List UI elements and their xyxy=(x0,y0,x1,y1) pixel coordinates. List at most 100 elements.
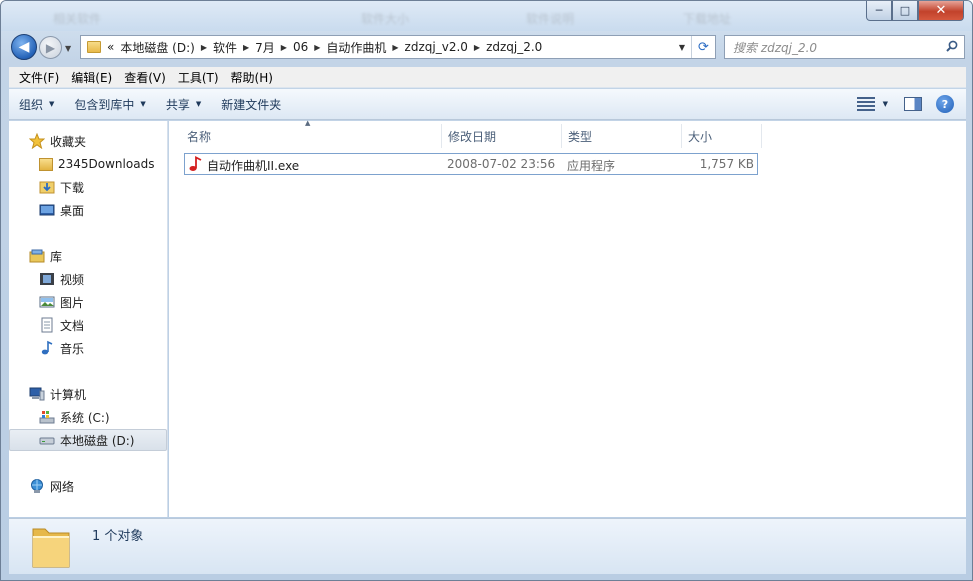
share-button[interactable]: 共享 ▼ xyxy=(166,96,201,113)
menu-edit[interactable]: 编辑(E) xyxy=(65,69,118,86)
menu-file[interactable]: 文件(F) xyxy=(13,69,65,86)
maximize-button[interactable]: □ xyxy=(892,1,918,21)
preview-pane-icon[interactable] xyxy=(904,97,922,111)
chevron-right-icon[interactable]: ▶ xyxy=(314,43,320,52)
drive-icon xyxy=(39,437,55,445)
breadcrumb-zdzqj-v2[interactable]: zdzqj_v2.0 xyxy=(405,40,468,54)
sidebar-item-pictures[interactable]: 图片 xyxy=(9,291,167,313)
music-icon xyxy=(41,340,53,355)
chevron-right-icon[interactable]: ▶ xyxy=(243,43,249,52)
background-text: 下载地址 xyxy=(683,12,732,26)
table-row[interactable]: 自动作曲机II.exe 2008-07-02 23:56 应用程序 1,757 … xyxy=(184,153,758,175)
sidebar-item-label: 下载 xyxy=(60,180,85,195)
file-size: 1,757 KB xyxy=(699,157,754,171)
include-in-library-label: 包含到库中 xyxy=(74,97,135,112)
menu-help[interactable]: 帮助(H) xyxy=(225,69,279,86)
search-icon[interactable] xyxy=(946,40,958,52)
menu-bar: 文件(F) 编辑(E) 查看(V) 工具(T) 帮助(H) xyxy=(9,67,966,88)
sidebar-item-favorites[interactable]: 收藏夹 xyxy=(9,130,167,152)
sidebar-item-label: 图片 xyxy=(60,295,85,310)
column-header-type[interactable]: 类型 xyxy=(562,124,682,148)
change-view-icon[interactable] xyxy=(856,97,875,111)
file-name: 自动作曲机II.exe xyxy=(207,159,300,173)
library-icon xyxy=(29,249,45,263)
title-bar: 相关软件 软件大小 软件说明 下载地址 ─ □ ✕ xyxy=(1,1,972,31)
item-count: 1 个对象 xyxy=(92,529,144,544)
details-pane: 1 个对象 xyxy=(9,518,966,574)
sidebar-item-desktop[interactable]: 桌面 xyxy=(9,199,167,221)
chevron-down-icon: ▼ xyxy=(49,100,55,108)
include-in-library-button[interactable]: 包含到库中 ▼ xyxy=(74,96,145,113)
sidebar-item-computer[interactable]: 计算机 xyxy=(9,383,167,405)
breadcrumb-drive-d[interactable]: 本地磁盘 (D:) xyxy=(120,39,194,56)
sidebar-item-drive-c[interactable]: 系统 (C:) xyxy=(9,406,167,428)
search-input[interactable]: 搜索 zdzqj_2.0 xyxy=(724,35,965,59)
chevron-right-icon[interactable]: ▶ xyxy=(392,43,398,52)
column-header-size[interactable]: 大小 xyxy=(682,124,762,148)
address-history-dropdown-icon[interactable]: ▼ xyxy=(679,43,685,52)
address-bar[interactable]: « 本地磁盘 (D:) ▶ 软件 ▶ 7月 ▶ 06 ▶ 自动作曲机 ▶ zdz… xyxy=(80,35,716,59)
sidebar-item-documents[interactable]: 文档 xyxy=(9,314,167,336)
help-icon[interactable]: ? xyxy=(936,95,954,113)
view-controls: ▼ ? xyxy=(856,95,954,113)
folder-icon xyxy=(32,528,70,568)
new-folder-button[interactable]: 新建文件夹 xyxy=(221,96,281,113)
navigation-pane: 收藏夹 2345Downloads 下载 桌面 库 视频 图片 文档 音乐 计算… xyxy=(9,121,168,517)
sidebar-item-label: 音乐 xyxy=(60,341,85,356)
column-header-modified[interactable]: 修改日期 xyxy=(442,124,562,148)
organize-label: 组织 xyxy=(19,97,44,112)
share-label: 共享 xyxy=(165,97,190,112)
breadcrumb-software[interactable]: 软件 xyxy=(213,39,237,56)
background-text: 相关软件 xyxy=(53,12,102,26)
sidebar-item-videos[interactable]: 视频 xyxy=(9,268,167,290)
folder-icon xyxy=(87,41,101,53)
sidebar-item-label: 系统 (C:) xyxy=(60,410,110,425)
breadcrumb-composer[interactable]: 自动作曲机 xyxy=(326,39,386,56)
system-drive-icon xyxy=(39,411,55,424)
sidebar-item-downloads[interactable]: 下载 xyxy=(9,176,167,198)
forward-button[interactable]: ▶ xyxy=(39,36,62,59)
organize-button[interactable]: 组织 ▼ xyxy=(19,96,54,113)
chevron-right-icon[interactable]: ▶ xyxy=(474,43,480,52)
folder-icon xyxy=(39,157,53,171)
breadcrumb-july[interactable]: 7月 xyxy=(255,39,275,56)
back-button[interactable]: ◀ xyxy=(11,34,37,60)
breadcrumb-06[interactable]: 06 xyxy=(293,40,308,54)
file-type: 应用程序 xyxy=(567,159,616,173)
chevron-right-icon[interactable]: ▶ xyxy=(201,43,207,52)
breadcrumb-overflow[interactable]: « xyxy=(107,40,114,54)
chevron-down-icon: ▼ xyxy=(140,100,146,108)
sidebar-item-drive-d[interactable]: 本地磁盘 (D:) xyxy=(9,429,167,451)
background-text: 软件说明 xyxy=(526,12,575,26)
menu-view[interactable]: 查看(V) xyxy=(118,69,172,86)
sidebar-item-label: 桌面 xyxy=(60,203,85,218)
sidebar-item-label: 收藏夹 xyxy=(50,134,87,149)
chevron-right-icon[interactable]: ▶ xyxy=(281,43,287,52)
minimize-button[interactable]: ─ xyxy=(866,1,892,21)
sidebar-item-libraries[interactable]: 库 xyxy=(9,245,167,267)
sidebar-item-label: 文档 xyxy=(60,318,85,333)
network-icon xyxy=(31,479,43,493)
menu-tools[interactable]: 工具(T) xyxy=(172,69,225,86)
close-button[interactable]: ✕ xyxy=(918,1,964,21)
explorer-window: 相关软件 软件大小 软件说明 下载地址 ─ □ ✕ ◀ ▶ ▼ « 本地磁盘 (… xyxy=(0,0,973,581)
sidebar-item-2345downloads[interactable]: 2345Downloads xyxy=(9,153,167,175)
computer-icon xyxy=(29,387,45,401)
background-text: 软件大小 xyxy=(361,12,410,26)
recent-pages-dropdown-icon[interactable]: ▼ xyxy=(65,44,71,53)
sidebar-item-label: 本地磁盘 (D:) xyxy=(60,433,135,448)
sidebar-item-network[interactable]: 网络 xyxy=(9,475,167,497)
sidebar-item-label: 网络 xyxy=(50,479,75,494)
view-options-dropdown-icon[interactable]: ▼ xyxy=(883,100,888,108)
breadcrumb-zdzqj-2[interactable]: zdzqj_2.0 xyxy=(486,40,542,54)
sidebar-item-music[interactable]: 音乐 xyxy=(9,337,167,359)
document-icon xyxy=(41,317,53,333)
file-modified: 2008-07-02 23:56 xyxy=(447,157,556,171)
navigation-row: ◀ ▶ ▼ « 本地磁盘 (D:) ▶ 软件 ▶ 7月 ▶ 06 ▶ 自动作曲机… xyxy=(1,31,972,64)
refresh-icon[interactable]: ⟳ xyxy=(691,36,715,58)
column-header-name[interactable]: 名称 xyxy=(181,124,442,148)
sidebar-item-label: 2345Downloads xyxy=(58,157,155,171)
command-bar: 组织 ▼ 包含到库中 ▼ 共享 ▼ 新建文件夹 ▼ ? xyxy=(9,89,966,120)
caption-buttons: ─ □ ✕ xyxy=(866,1,964,21)
download-folder-icon xyxy=(39,181,55,194)
